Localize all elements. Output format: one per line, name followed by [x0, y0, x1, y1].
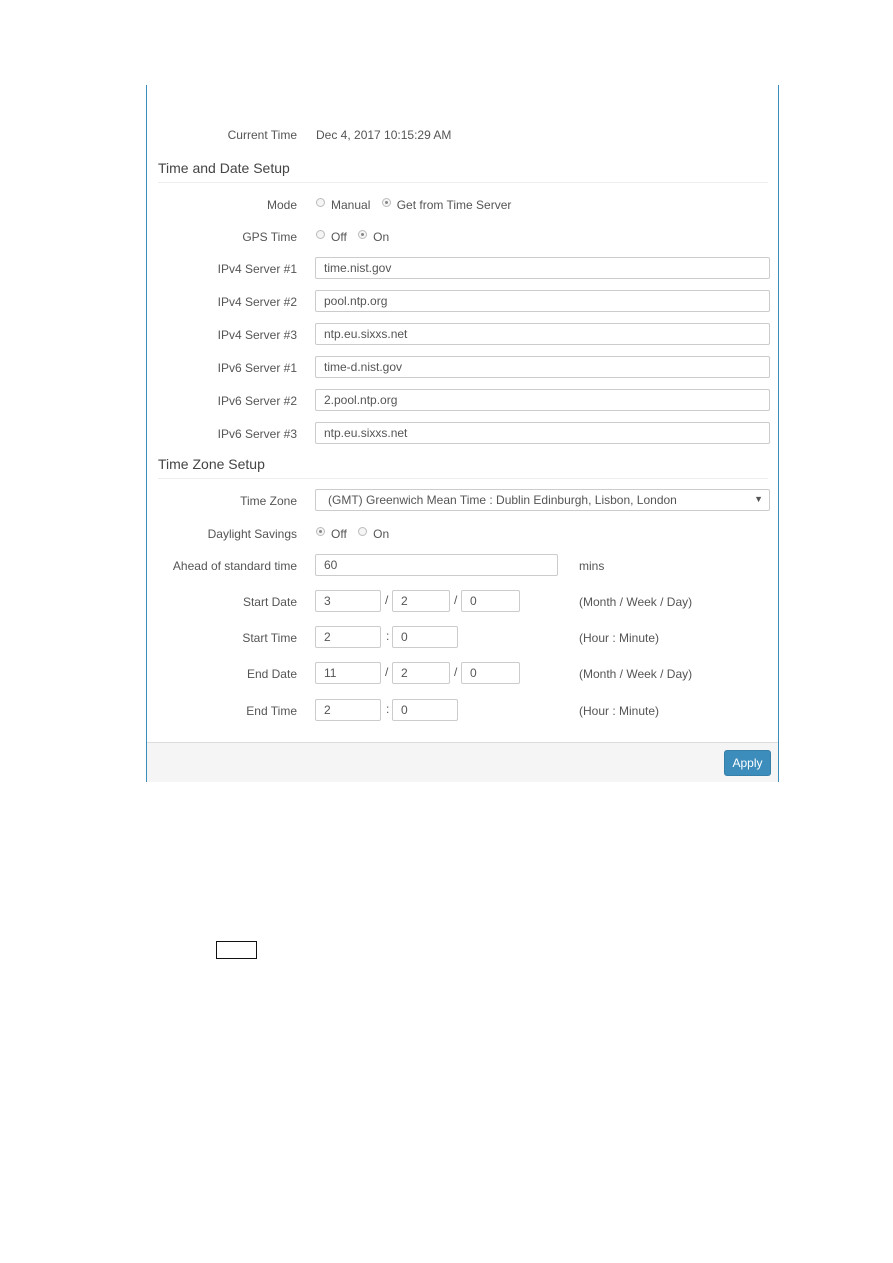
current-time-label: Current Time — [227, 128, 297, 142]
mode-time-server-label: Get from Time Server — [396, 198, 512, 212]
current-time-value: Dec 4, 2017 10:15:29 AM — [316, 128, 452, 142]
time-date-setup-heading: Time and Date Setup — [158, 160, 768, 183]
start-date-hint: (Month / Week / Day) — [579, 595, 693, 609]
time-and-date-panel: Current Time Dec 4, 2017 10:15:29 AM Tim… — [146, 85, 779, 782]
mode-manual-label: Manual — [331, 198, 371, 212]
start-date-month-input[interactable]: 3 — [315, 590, 381, 612]
dropdown-arrow-icon: ▼ — [754, 494, 763, 504]
gps-off-label: Off — [331, 230, 347, 244]
apply-button[interactable]: Apply — [724, 750, 771, 776]
separator: / — [385, 593, 389, 607]
panel-footer: Apply — [147, 742, 778, 782]
start-time-label: Start Time — [242, 631, 297, 645]
separator: : — [386, 629, 390, 643]
end-date-hint: (Month / Week / Day) — [579, 667, 693, 681]
gps-on-label: On — [373, 230, 390, 244]
gps-time-label: GPS Time — [242, 230, 297, 244]
daylight-savings-radio-group: Off On — [316, 527, 389, 541]
start-date-label: Start Date — [242, 595, 297, 609]
dst-off-radio[interactable] — [316, 527, 325, 537]
ipv4-server-1-input[interactable]: time.nist.gov — [315, 257, 770, 279]
ipv6-server-3-label: IPv6 Server #3 — [217, 427, 297, 441]
separator: / — [454, 593, 458, 607]
end-time-minute-input[interactable]: 0 — [392, 699, 458, 721]
start-date-week-input[interactable]: 2 — [392, 590, 450, 612]
end-date-day-input[interactable]: 0 — [461, 662, 520, 684]
gps-on-radio[interactable] — [358, 230, 368, 240]
end-date-label: End Date — [246, 667, 297, 681]
separator: / — [385, 665, 389, 679]
ipv6-server-2-label: IPv6 Server #2 — [217, 394, 297, 408]
ipv6-server-1-input[interactable]: time-d.nist.gov — [315, 356, 770, 378]
dst-on-radio[interactable] — [358, 527, 368, 537]
separator: : — [386, 702, 390, 716]
end-time-hint: (Hour : Minute) — [579, 704, 660, 718]
ahead-input[interactable]: 60 — [315, 554, 558, 576]
ahead-label: Ahead of standard time — [172, 559, 297, 573]
dst-off-label: Off — [331, 527, 347, 541]
mode-label: Mode — [266, 198, 297, 212]
ipv4-server-2-label: IPv4 Server #2 — [217, 295, 297, 309]
end-time-label: End Time — [246, 704, 297, 718]
start-time-hour-input[interactable]: 2 — [315, 626, 381, 648]
dst-on-label: On — [373, 527, 390, 541]
start-time-hint: (Hour : Minute) — [579, 631, 660, 645]
end-date-week-input[interactable]: 2 — [392, 662, 450, 684]
gps-off-radio[interactable] — [316, 230, 325, 240]
separator: / — [454, 665, 458, 679]
ipv6-server-3-input[interactable]: ntp.eu.sixxs.net — [315, 422, 770, 444]
time-zone-label: Time Zone — [240, 494, 297, 508]
empty-box — [216, 941, 257, 959]
ahead-unit: mins — [579, 559, 605, 573]
mode-time-server-radio[interactable] — [381, 198, 391, 208]
ipv6-server-2-input[interactable]: 2.pool.ntp.org — [315, 389, 770, 411]
time-zone-select[interactable]: (GMT) Greenwich Mean Time : Dublin Edinb… — [315, 489, 770, 511]
gps-time-radio-group: Off On — [316, 230, 389, 244]
mode-radio-group: Manual Get from Time Server — [316, 198, 511, 212]
ipv4-server-3-label: IPv4 Server #3 — [217, 328, 297, 342]
end-date-month-input[interactable]: 11 — [315, 662, 381, 684]
daylight-savings-label: Daylight Savings — [207, 527, 297, 541]
ipv4-server-3-input[interactable]: ntp.eu.sixxs.net — [315, 323, 770, 345]
time-zone-setup-heading: Time Zone Setup — [158, 456, 768, 479]
ipv4-server-1-label: IPv4 Server #1 — [217, 262, 297, 276]
time-zone-selected-value: (GMT) Greenwich Mean Time : Dublin Edinb… — [328, 493, 677, 507]
start-time-minute-input[interactable]: 0 — [392, 626, 458, 648]
start-date-day-input[interactable]: 0 — [461, 590, 520, 612]
ipv4-server-2-input[interactable]: pool.ntp.org — [315, 290, 770, 312]
mode-manual-radio[interactable] — [316, 198, 325, 208]
ipv6-server-1-label: IPv6 Server #1 — [217, 361, 297, 375]
end-time-hour-input[interactable]: 2 — [315, 699, 381, 721]
